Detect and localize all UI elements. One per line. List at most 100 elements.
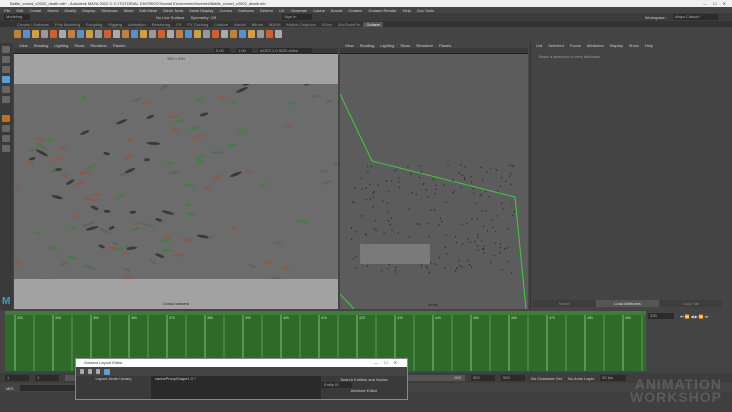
shelf-tool-icon[interactable] xyxy=(59,30,66,38)
panel-menu-item[interactable]: View xyxy=(345,43,354,48)
playback-end-field[interactable]: 500 xyxy=(471,375,495,381)
menu-item[interactable]: Arnold xyxy=(331,8,343,13)
shelf-tool-icon[interactable] xyxy=(95,30,102,38)
menu-item[interactable]: UV xyxy=(279,8,285,13)
shelf-tool-icon[interactable] xyxy=(131,30,138,38)
menu-item[interactable]: Create xyxy=(29,8,41,13)
shelf-tool-icon[interactable] xyxy=(185,30,192,38)
menu-item[interactable]: Deform xyxy=(260,8,273,13)
live-surface[interactable]: No Live Surface xyxy=(156,15,184,20)
layout-single-icon[interactable] xyxy=(2,125,10,132)
panel-menu-item[interactable]: Show xyxy=(74,43,84,48)
symmetry[interactable]: Symmetry: Off xyxy=(190,15,215,20)
copy-tab-button[interactable]: Copy Tab xyxy=(659,300,722,307)
shelf-tab[interactable]: Poly Modeling xyxy=(52,22,83,27)
start-time-field[interactable]: 1 xyxy=(5,375,29,381)
menu-item[interactable]: Generate xyxy=(291,8,308,13)
menu-item[interactable]: Help xyxy=(403,8,411,13)
menu-item[interactable]: Modify xyxy=(65,8,77,13)
layout-graph-tab[interactable]: cacheProxyShape1 0 * xyxy=(151,376,321,399)
shelf-tool-icon[interactable] xyxy=(14,30,21,38)
viewport-persp[interactable]: View Shading Lighting Show Renderer Panels pe… xyxy=(340,43,528,309)
menu-item[interactable]: Zoo Tools xyxy=(417,8,434,13)
panel-menu-item[interactable]: View xyxy=(19,43,28,48)
search-icon[interactable] xyxy=(104,368,110,375)
ae-menu-item[interactable]: Display xyxy=(610,43,623,48)
scale-tool-icon[interactable] xyxy=(2,96,10,103)
shelf-tool-icon[interactable] xyxy=(194,30,201,38)
load-attributes-button[interactable]: Load Attributes xyxy=(596,300,659,307)
shelf-tab[interactable]: Bifrost xyxy=(249,22,266,27)
shelf-tab[interactable]: XGen xyxy=(319,22,335,27)
menu-item[interactable]: Mesh Tools xyxy=(163,8,183,13)
shelf-tool-icon[interactable] xyxy=(248,30,255,38)
shelf-tool-icon[interactable] xyxy=(275,30,282,38)
layout-two-icon[interactable] xyxy=(2,145,10,152)
shelf-tool-icon[interactable] xyxy=(32,30,39,38)
panel-menu-item[interactable]: Show xyxy=(400,43,410,48)
shelf-tab[interactable]: Arnold xyxy=(231,22,249,27)
exposure-field[interactable]: 0.00 xyxy=(214,47,230,54)
menu-item[interactable]: Windows xyxy=(101,8,117,13)
shelf-tool-icon[interactable] xyxy=(266,30,273,38)
shelf-tool-icon[interactable] xyxy=(140,30,147,38)
shelf-tool-icon[interactable] xyxy=(77,30,84,38)
character-set[interactable]: No Character Set xyxy=(531,376,562,381)
shelf-tab[interactable]: FX xyxy=(173,22,184,27)
menu-item[interactable]: Edit Mesh xyxy=(139,8,157,13)
shelf-tool-icon[interactable] xyxy=(149,30,156,38)
shelf-tab[interactable]: Rendering xyxy=(149,22,173,27)
paint-tool-icon[interactable] xyxy=(2,66,10,73)
shelf-tab[interactable]: Motion Graphics xyxy=(284,22,319,27)
golaem-icon[interactable] xyxy=(2,115,10,122)
anim-layer[interactable]: No Anim Layer xyxy=(568,376,594,381)
shelf-tool-icon[interactable] xyxy=(221,30,228,38)
panel-menu-item[interactable]: Renderer xyxy=(416,43,433,48)
shelf-tab[interactable]: FX Caching xyxy=(184,22,211,27)
shelf-tool-icon[interactable] xyxy=(230,30,237,38)
panel-menu-item[interactable]: Lighting xyxy=(380,43,394,48)
viewport-scene[interactable]: 960 x 540 Crowd camera xyxy=(14,54,338,309)
ae-menu-item[interactable]: Show xyxy=(629,43,639,48)
shelf-tool-icon[interactable] xyxy=(257,30,264,38)
menu-item[interactable]: Curves xyxy=(219,8,232,13)
select-tool-icon[interactable] xyxy=(2,46,10,53)
menu-item[interactable]: Golaem Render xyxy=(368,8,396,13)
panel-menu-item[interactable]: Shading xyxy=(360,43,375,48)
panel-menu-item[interactable]: Panels xyxy=(439,43,451,48)
rotate-tool-icon[interactable] xyxy=(2,86,10,93)
shelf-tool-icon[interactable] xyxy=(113,30,120,38)
mode-select[interactable]: Modeling xyxy=(4,14,30,20)
gamma-field[interactable]: 1.00 xyxy=(236,47,252,54)
shelf-tool-icon[interactable] xyxy=(50,30,57,38)
select-button[interactable]: Select xyxy=(533,300,596,307)
close-button[interactable]: ✕ xyxy=(723,0,726,7)
workspace-select[interactable]: Maya Classic* xyxy=(673,14,718,20)
shelf-tool-icon[interactable] xyxy=(239,30,246,38)
sign-in[interactable]: Sign In xyxy=(281,14,312,20)
open-icon[interactable] xyxy=(88,369,92,374)
playback-start-field[interactable]: 1 xyxy=(35,375,59,381)
ae-menu-item[interactable]: Attributes xyxy=(587,43,604,48)
shelf-tool-icon[interactable] xyxy=(68,30,75,38)
shelf-tab[interactable]: Sculpting xyxy=(83,22,105,27)
shelf-tool-icon[interactable] xyxy=(122,30,129,38)
menu-item[interactable]: Edit xyxy=(16,8,23,13)
viewport-crowd-camera[interactable]: View Shading Lighting Show Renderer Panels 0.… xyxy=(14,43,338,309)
menu-item[interactable]: Golaem xyxy=(348,8,362,13)
shelf-tool-icon[interactable] xyxy=(176,30,183,38)
new-icon[interactable] xyxy=(80,369,84,374)
shelf-tool-icon[interactable] xyxy=(23,30,30,38)
ae-menu-item[interactable]: List xyxy=(536,43,542,48)
menu-item[interactable]: File xyxy=(4,8,10,13)
ae-menu-item[interactable]: Focus xyxy=(570,43,581,48)
menu-item[interactable]: Mesh Display xyxy=(189,8,213,13)
shelf-tab[interactable]: Curves / Surfaces xyxy=(14,22,52,27)
end-time-field[interactable]: 500 xyxy=(501,375,525,381)
shelf-tool-icon[interactable] xyxy=(104,30,111,38)
shelf-tool-icon[interactable] xyxy=(41,30,48,38)
command-input[interactable] xyxy=(20,385,81,391)
current-frame-field[interactable]: 330 xyxy=(648,313,674,319)
shelf-tool-icon[interactable] xyxy=(86,30,93,38)
menu-item[interactable]: Display xyxy=(82,8,95,13)
